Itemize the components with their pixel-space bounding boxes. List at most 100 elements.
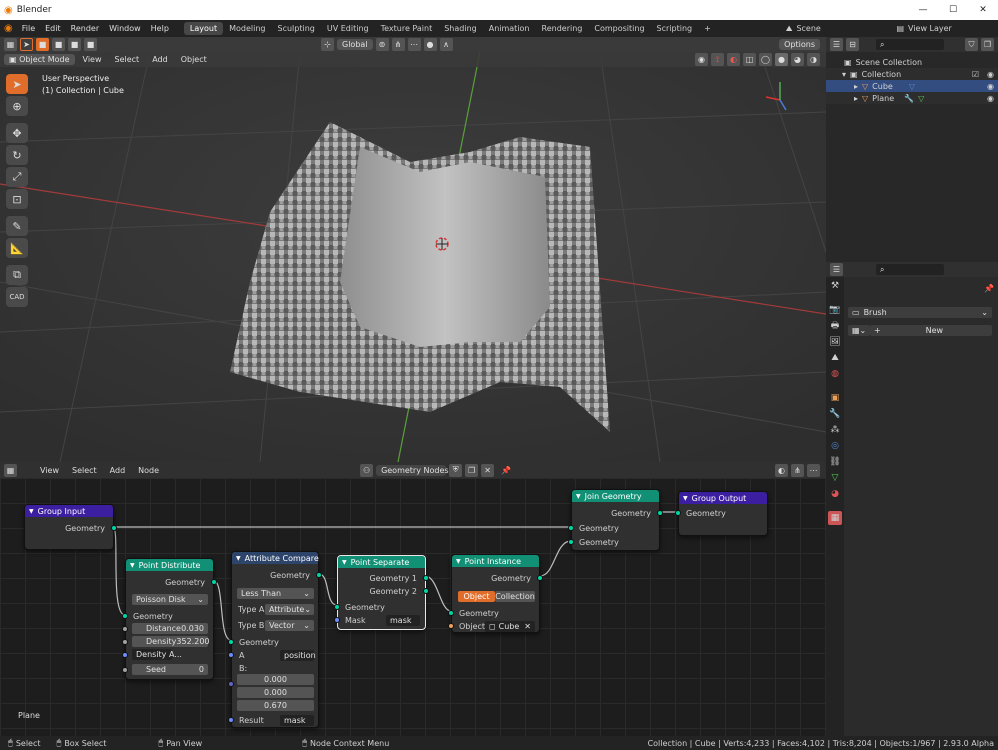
pivot-icon[interactable]: ⊚ xyxy=(375,38,389,51)
proportional-edit-icon[interactable]: ● xyxy=(423,38,437,51)
gizmo-icon[interactable]: ⟟ xyxy=(711,53,724,66)
snap-target-icon[interactable]: ⋯ xyxy=(407,38,421,51)
view-layer-selector[interactable]: View Layer xyxy=(908,24,998,33)
viewport-menu-select[interactable]: Select xyxy=(110,55,145,64)
fake-user-icon[interactable]: ⛨ xyxy=(449,463,463,477)
collapse-icon[interactable]: ▼ xyxy=(236,555,241,562)
eye-icon[interactable]: ◉ xyxy=(987,70,994,79)
filter-icon[interactable]: ⛉ xyxy=(965,38,978,51)
snap-icon[interactable]: ⋔ xyxy=(391,38,405,51)
input-socket[interactable] xyxy=(448,610,454,616)
collapse-icon[interactable]: ▼ xyxy=(576,493,581,500)
collapse-icon[interactable]: ▼ xyxy=(456,558,461,565)
input-socket[interactable] xyxy=(334,604,340,610)
output-socket[interactable] xyxy=(423,588,429,594)
maximize-button[interactable]: ☐ xyxy=(938,5,968,15)
seed-field[interactable]: Seed 0 xyxy=(132,664,208,675)
tab-animation[interactable]: Animation xyxy=(483,22,536,35)
node-menu-select[interactable]: Select xyxy=(67,466,102,475)
tab-uv-editing[interactable]: UV Editing xyxy=(321,22,375,35)
expand-icon[interactable]: ▸ xyxy=(854,82,858,91)
menu-window[interactable]: Window xyxy=(104,24,146,33)
tab-modeling[interactable]: Modeling xyxy=(223,22,271,35)
modifier-tab-icon[interactable]: 🔧 xyxy=(828,407,842,421)
scene-selector[interactable]: Scene xyxy=(796,24,896,33)
collapse-icon[interactable]: ▼ xyxy=(29,508,34,515)
material-tab-icon[interactable]: ◕ xyxy=(828,487,842,501)
node-point-separate[interactable]: ▼ Point Separate Geometry 1 Geometry 2 Ge… xyxy=(334,555,429,630)
instance-mode-collection-button[interactable]: Collection xyxy=(495,591,535,602)
output-socket[interactable] xyxy=(211,579,217,585)
editor-type-icon[interactable]: ▦ xyxy=(4,38,17,51)
viewport-menu-view[interactable]: View xyxy=(78,55,107,64)
vector-b-z-field[interactable]: 0.670 xyxy=(237,700,314,711)
vector-b-x-field[interactable]: 0.000 xyxy=(237,674,314,685)
brush-dropdown[interactable]: ▭ Brush ⌄ xyxy=(848,307,992,318)
particles-tab-icon[interactable]: ⁂ xyxy=(828,423,842,437)
texture-tab-icon[interactable]: ▦ xyxy=(828,511,842,525)
object-mode-dropdown[interactable]: ▣ Object Mode xyxy=(4,54,75,65)
snap-mode-icon[interactable]: ⋯ xyxy=(807,463,820,477)
scale-tool-button[interactable]: ⤢ xyxy=(6,167,28,187)
node-tree-type-icon[interactable]: ⚇ xyxy=(360,463,374,477)
outliner-search-input[interactable]: ⌕ xyxy=(876,39,944,50)
node-menu-view[interactable]: View xyxy=(35,466,64,475)
density-attribute-field[interactable]: Density A... xyxy=(132,649,182,660)
close-button[interactable]: ✕ xyxy=(968,5,998,15)
minimize-button[interactable]: — xyxy=(908,5,938,15)
tab-texture-paint[interactable]: Texture Paint xyxy=(375,22,439,35)
density-field[interactable]: Density 352.200 xyxy=(132,636,210,647)
collapse-icon[interactable]: ▼ xyxy=(342,559,347,566)
input-socket[interactable] xyxy=(122,639,128,645)
physics-tab-icon[interactable]: ◎ xyxy=(828,439,842,453)
select-tool-button[interactable]: ➤ xyxy=(6,74,28,94)
constraints-tab-icon[interactable]: ⛓ xyxy=(828,455,842,469)
texture-browse-button[interactable]: ▦⌄ xyxy=(848,325,870,336)
tab-sculpting[interactable]: Sculpting xyxy=(272,22,321,35)
pin-icon[interactable]: 📌 xyxy=(501,466,511,475)
viewport-menu-object[interactable]: Object xyxy=(176,55,212,64)
snap-toggle-icon[interactable]: ⋔ xyxy=(791,463,804,477)
overlay-toggle-icon[interactable]: ◐ xyxy=(775,463,788,477)
node-group-input[interactable]: ▼ Group Input Geometry xyxy=(24,504,117,550)
new-collection-icon[interactable]: ❐ xyxy=(981,38,994,51)
tab-layout[interactable]: Layout xyxy=(183,22,224,35)
transform-tool-button[interactable]: ⊡ xyxy=(6,189,28,209)
outliner-row-collection[interactable]: ▾ ▣ Collection ☑ ◉ xyxy=(826,68,998,80)
outliner-row-plane[interactable]: ▸ ▽ Plane 🔧 ▽ ◉ xyxy=(826,92,998,104)
result-field[interactable]: mask xyxy=(280,715,314,726)
transform-orientation-icon[interactable]: ⊹ xyxy=(321,38,334,51)
input-socket[interactable] xyxy=(228,717,234,723)
pin-toggle-icon[interactable]: 📌 xyxy=(984,284,994,293)
expand-icon[interactable]: ▾ xyxy=(842,70,846,79)
xray-icon[interactable]: ◫ xyxy=(743,53,756,66)
tab-shading[interactable]: Shading xyxy=(438,22,483,35)
world-tab-icon[interactable]: ◍ xyxy=(828,367,842,381)
node-tree-name-field[interactable]: Geometry Nodes xyxy=(376,464,449,476)
clear-icon[interactable]: ✕ xyxy=(524,622,531,631)
collapse-icon[interactable]: ▼ xyxy=(683,495,688,502)
tab-scripting[interactable]: Scripting xyxy=(651,22,699,35)
overlay-icon[interactable]: ◐ xyxy=(727,53,740,66)
menu-edit[interactable]: Edit xyxy=(40,24,66,33)
select-mode-extend-icon[interactable]: ■ xyxy=(52,38,65,51)
options-dropdown[interactable]: Options xyxy=(779,39,820,50)
proportional-falloff-icon[interactable]: ∧ xyxy=(439,38,453,51)
tab-rendering[interactable]: Rendering xyxy=(536,22,589,35)
input-socket[interactable] xyxy=(122,626,128,632)
cursor-tool-button[interactable]: ⊕ xyxy=(6,96,28,116)
properties-editor-type-icon[interactable]: ☰ xyxy=(830,263,843,276)
input-socket[interactable] xyxy=(122,667,128,673)
orientation-dropdown[interactable]: Global xyxy=(337,39,373,50)
object-tab-icon[interactable]: ▣ xyxy=(828,391,842,405)
vector-b-y-field[interactable]: 0.000 xyxy=(237,687,314,698)
node-menu-add[interactable]: Add xyxy=(105,466,131,475)
rotate-tool-button[interactable]: ↻ xyxy=(6,145,28,165)
data-tab-icon[interactable]: ▽ xyxy=(828,471,842,485)
output-socket[interactable] xyxy=(423,575,429,581)
distribute-method-dropdown[interactable]: Poisson Disk ⌄ xyxy=(132,594,208,605)
output-socket[interactable] xyxy=(111,525,117,531)
select-mode-new-icon[interactable]: ■ xyxy=(36,38,49,51)
viewport-menu-add[interactable]: Add xyxy=(147,55,173,64)
tab-compositing[interactable]: Compositing xyxy=(588,22,650,35)
